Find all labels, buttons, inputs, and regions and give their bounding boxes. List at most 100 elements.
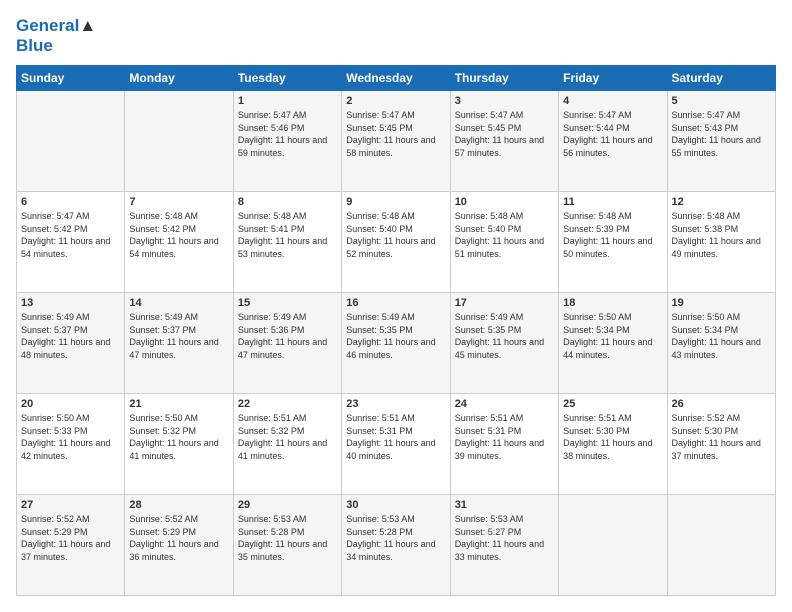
day-number: 19: [672, 297, 771, 309]
day-number: 8: [238, 196, 337, 208]
weekday-sunday: Sunday: [17, 66, 125, 91]
day-number: 7: [129, 196, 228, 208]
day-number: 6: [21, 196, 120, 208]
calendar-cell: 23Sunrise: 5:51 AM Sunset: 5:31 PM Dayli…: [342, 394, 450, 495]
calendar-row-0: 1 Sunrise: 5:47 AM Sunset: 5:46 PM Daylig…: [17, 91, 776, 192]
day-number: 13: [21, 297, 120, 309]
calendar-cell: [125, 91, 233, 192]
day-info: Sunrise: 5:52 AM Sunset: 5:29 PM Dayligh…: [21, 513, 120, 563]
day-number: 27: [21, 499, 120, 511]
day-number: 22: [238, 398, 337, 410]
day-number: 5: [672, 95, 771, 107]
day-info: Sunrise: 5:50 AM Sunset: 5:34 PM Dayligh…: [563, 311, 662, 361]
calendar-cell: 20 Sunrise: 5:50 AM Sunset: 5:33 PM Dayli…: [17, 394, 125, 495]
calendar-cell: 14 Sunrise: 5:49 AM Sunset: 5:37 PM Dayli…: [125, 293, 233, 394]
calendar-cell: 30Sunrise: 5:53 AM Sunset: 5:28 PM Dayli…: [342, 494, 450, 595]
calendar-cell: 7 Sunrise: 5:48 AM Sunset: 5:42 PM Daylig…: [125, 192, 233, 293]
header: General▲ Blue: [16, 16, 776, 55]
day-info: Sunrise: 5:52 AM Sunset: 5:30 PM Dayligh…: [672, 412, 771, 462]
day-number: 23: [346, 398, 445, 410]
day-number: 21: [129, 398, 228, 410]
calendar-cell: 13 Sunrise: 5:49 AM Sunset: 5:37 PM Dayli…: [17, 293, 125, 394]
day-info: Sunrise: 5:49 AM Sunset: 5:35 PM Dayligh…: [346, 311, 445, 361]
day-number: 9: [346, 196, 445, 208]
calendar-cell: 16 Sunrise: 5:49 AM Sunset: 5:35 PM Dayli…: [342, 293, 450, 394]
calendar-cell: 25 Sunrise: 5:51 AM Sunset: 5:30 PM Dayli…: [559, 394, 667, 495]
calendar-cell: [559, 494, 667, 595]
day-info: Sunrise: 5:52 AM Sunset: 5:29 PM Dayligh…: [129, 513, 228, 563]
day-number: 29: [238, 499, 337, 511]
day-number: 15: [238, 297, 337, 309]
calendar-cell: 6Sunrise: 5:47 AM Sunset: 5:42 PM Daylig…: [17, 192, 125, 293]
logo-text: General▲: [16, 16, 96, 36]
day-info: Sunrise: 5:48 AM Sunset: 5:41 PM Dayligh…: [238, 210, 337, 260]
day-number: 4: [563, 95, 662, 107]
calendar-cell: 27 Sunrise: 5:52 AM Sunset: 5:29 PM Dayli…: [17, 494, 125, 595]
day-number: 11: [563, 196, 662, 208]
day-info: Sunrise: 5:48 AM Sunset: 5:39 PM Dayligh…: [563, 210, 662, 260]
calendar-cell: 15 Sunrise: 5:49 AM Sunset: 5:36 PM Dayli…: [233, 293, 341, 394]
calendar-cell: 22 Sunrise: 5:51 AM Sunset: 5:32 PM Dayli…: [233, 394, 341, 495]
day-info: Sunrise: 5:51 AM Sunset: 5:32 PM Dayligh…: [238, 412, 337, 462]
calendar-cell: 12 Sunrise: 5:48 AM Sunset: 5:38 PM Dayli…: [667, 192, 775, 293]
calendar-cell: 24Sunrise: 5:51 AM Sunset: 5:31 PM Dayli…: [450, 394, 558, 495]
day-number: 16: [346, 297, 445, 309]
day-number: 3: [455, 95, 554, 107]
day-info: Sunrise: 5:49 AM Sunset: 5:36 PM Dayligh…: [238, 311, 337, 361]
calendar-cell: [17, 91, 125, 192]
weekday-monday: Monday: [125, 66, 233, 91]
day-info: Sunrise: 5:50 AM Sunset: 5:34 PM Dayligh…: [672, 311, 771, 361]
day-info: Sunrise: 5:48 AM Sunset: 5:42 PM Dayligh…: [129, 210, 228, 260]
day-number: 26: [672, 398, 771, 410]
day-number: 17: [455, 297, 554, 309]
calendar-cell: 2Sunrise: 5:47 AM Sunset: 5:45 PM Daylig…: [342, 91, 450, 192]
weekday-header-row: SundayMondayTuesdayWednesdayThursdayFrid…: [17, 66, 776, 91]
day-number: 14: [129, 297, 228, 309]
day-info: Sunrise: 5:49 AM Sunset: 5:37 PM Dayligh…: [21, 311, 120, 361]
calendar-cell: [667, 494, 775, 595]
page: General▲ Blue SundayMondayTuesdayWednesd…: [0, 0, 792, 612]
calendar-row-4: 27 Sunrise: 5:52 AM Sunset: 5:29 PM Dayli…: [17, 494, 776, 595]
calendar-cell: 11 Sunrise: 5:48 AM Sunset: 5:39 PM Dayli…: [559, 192, 667, 293]
calendar-cell: 10 Sunrise: 5:48 AM Sunset: 5:40 PM Dayli…: [450, 192, 558, 293]
day-info: Sunrise: 5:53 AM Sunset: 5:28 PM Dayligh…: [238, 513, 337, 563]
calendar-row-3: 20 Sunrise: 5:50 AM Sunset: 5:33 PM Dayli…: [17, 394, 776, 495]
day-info: Sunrise: 5:47 AM Sunset: 5:45 PM Dayligh…: [455, 109, 554, 159]
day-info: Sunrise: 5:48 AM Sunset: 5:38 PM Dayligh…: [672, 210, 771, 260]
day-number: 1: [238, 95, 337, 107]
day-info: Sunrise: 5:50 AM Sunset: 5:32 PM Dayligh…: [129, 412, 228, 462]
day-number: 18: [563, 297, 662, 309]
calendar-cell: 28 Sunrise: 5:52 AM Sunset: 5:29 PM Dayli…: [125, 494, 233, 595]
day-info: Sunrise: 5:49 AM Sunset: 5:35 PM Dayligh…: [455, 311, 554, 361]
weekday-wednesday: Wednesday: [342, 66, 450, 91]
logo: General▲ Blue: [16, 16, 96, 55]
calendar-row-1: 6Sunrise: 5:47 AM Sunset: 5:42 PM Daylig…: [17, 192, 776, 293]
logo-blue: Blue: [16, 36, 96, 56]
day-info: Sunrise: 5:53 AM Sunset: 5:28 PM Dayligh…: [346, 513, 445, 563]
day-info: Sunrise: 5:48 AM Sunset: 5:40 PM Dayligh…: [346, 210, 445, 260]
day-number: 10: [455, 196, 554, 208]
weekday-thursday: Thursday: [450, 66, 558, 91]
day-number: 28: [129, 499, 228, 511]
calendar-cell: 29 Sunrise: 5:53 AM Sunset: 5:28 PM Dayli…: [233, 494, 341, 595]
calendar-cell: 31Sunrise: 5:53 AM Sunset: 5:27 PM Dayli…: [450, 494, 558, 595]
day-info: Sunrise: 5:48 AM Sunset: 5:40 PM Dayligh…: [455, 210, 554, 260]
day-info: Sunrise: 5:47 AM Sunset: 5:45 PM Dayligh…: [346, 109, 445, 159]
day-number: 20: [21, 398, 120, 410]
day-info: Sunrise: 5:47 AM Sunset: 5:46 PM Dayligh…: [238, 109, 337, 159]
day-number: 31: [455, 499, 554, 511]
day-info: Sunrise: 5:50 AM Sunset: 5:33 PM Dayligh…: [21, 412, 120, 462]
calendar-cell: 18 Sunrise: 5:50 AM Sunset: 5:34 PM Dayli…: [559, 293, 667, 394]
day-info: Sunrise: 5:51 AM Sunset: 5:30 PM Dayligh…: [563, 412, 662, 462]
calendar-cell: 9 Sunrise: 5:48 AM Sunset: 5:40 PM Daylig…: [342, 192, 450, 293]
day-info: Sunrise: 5:49 AM Sunset: 5:37 PM Dayligh…: [129, 311, 228, 361]
day-info: Sunrise: 5:47 AM Sunset: 5:44 PM Dayligh…: [563, 109, 662, 159]
day-number: 12: [672, 196, 771, 208]
day-number: 24: [455, 398, 554, 410]
calendar-cell: 3 Sunrise: 5:47 AM Sunset: 5:45 PM Daylig…: [450, 91, 558, 192]
calendar-row-2: 13 Sunrise: 5:49 AM Sunset: 5:37 PM Dayli…: [17, 293, 776, 394]
calendar-cell: 26 Sunrise: 5:52 AM Sunset: 5:30 PM Dayli…: [667, 394, 775, 495]
weekday-friday: Friday: [559, 66, 667, 91]
day-info: Sunrise: 5:47 AM Sunset: 5:43 PM Dayligh…: [672, 109, 771, 159]
day-number: 25: [563, 398, 662, 410]
